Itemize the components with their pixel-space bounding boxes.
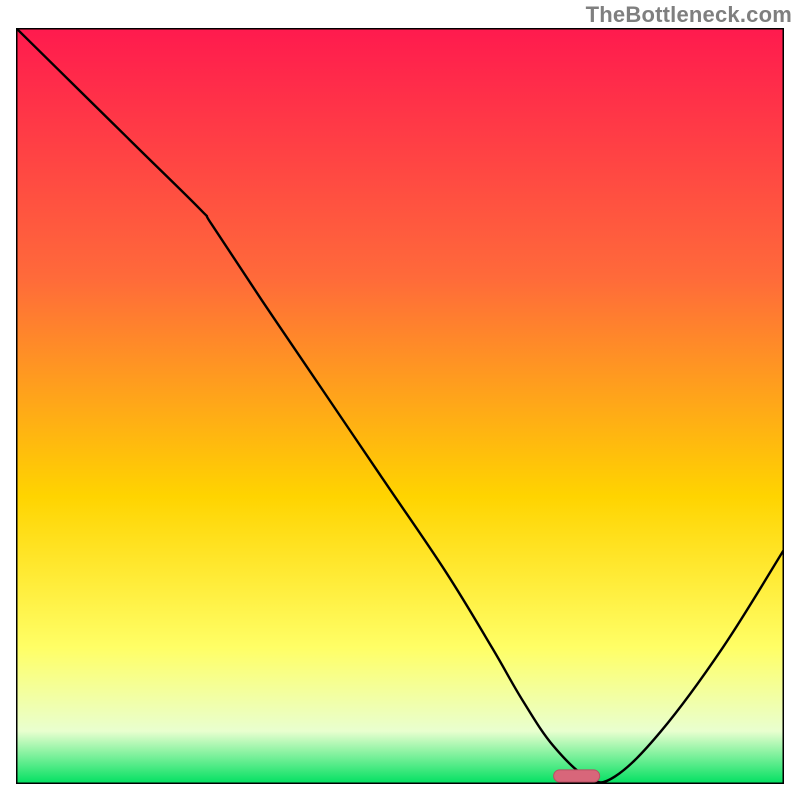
chart-plot-area bbox=[16, 28, 784, 784]
optimal-zone-marker bbox=[554, 770, 600, 782]
bottleneck-chart bbox=[16, 28, 784, 784]
watermark-text: TheBottleneck.com bbox=[586, 2, 792, 28]
chart-stage: TheBottleneck.com bbox=[0, 0, 800, 800]
